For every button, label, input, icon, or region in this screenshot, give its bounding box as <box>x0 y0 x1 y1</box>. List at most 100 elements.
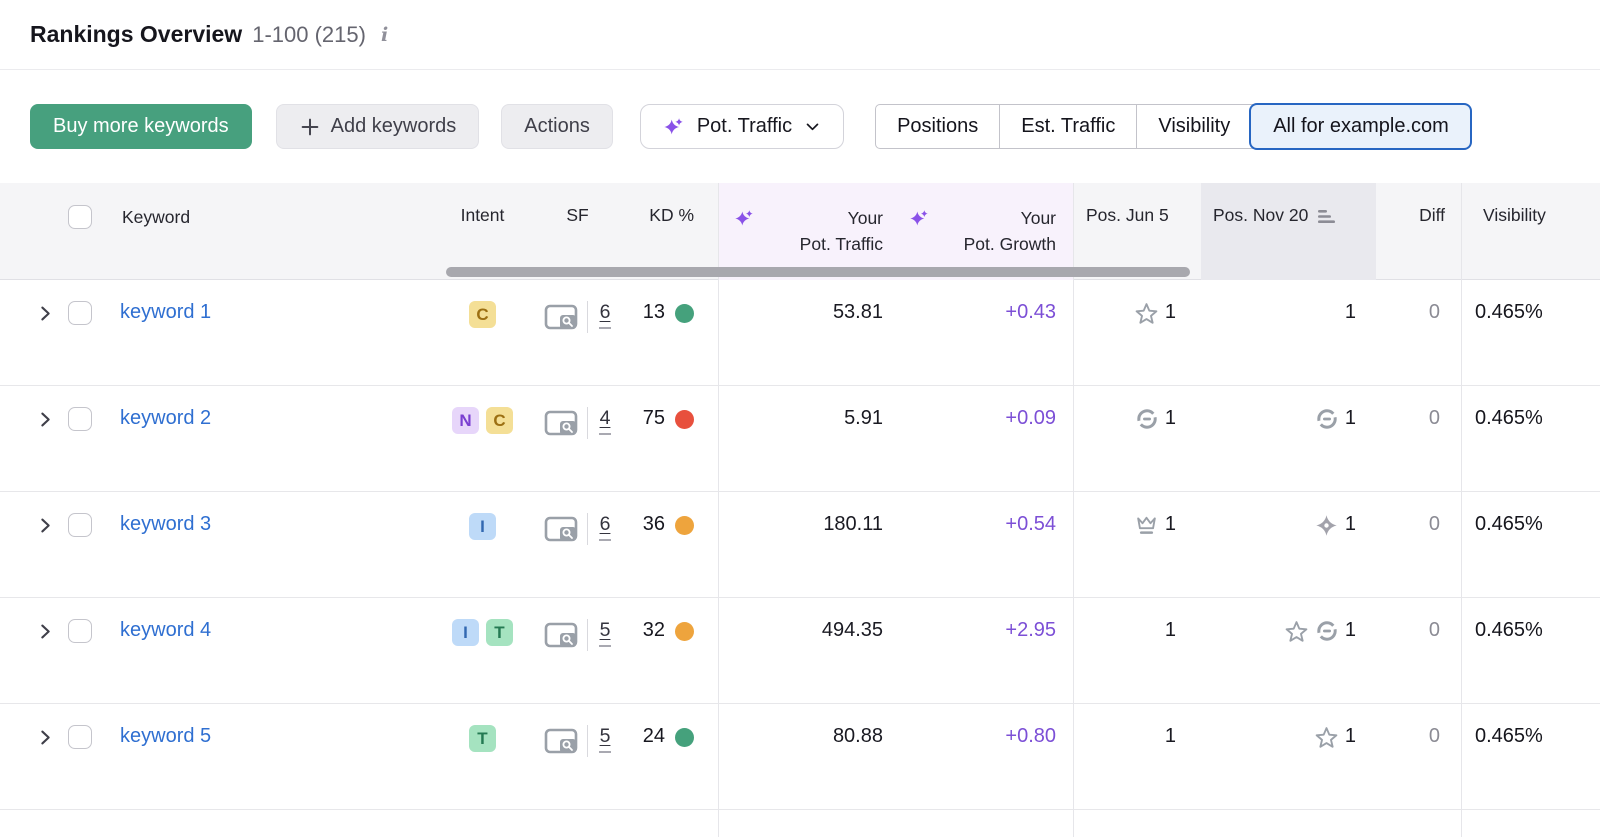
diff-value: 0 <box>1429 407 1440 430</box>
table-header-row: Keyword Intent SF KD % YourPot. Traffic … <box>0 183 1600 280</box>
kd-cell: 75 <box>630 386 718 491</box>
pot-growth-value: +0.43 <box>1005 301 1056 324</box>
pot-growth-value: +2.95 <box>1005 619 1056 642</box>
pot-growth-cell: +0.80 <box>901 704 1073 809</box>
view-switcher: PositionsEst. TrafficVisibilityAll for e… <box>875 104 1471 149</box>
sf-cell: 6 <box>525 492 630 597</box>
sf-divider <box>587 619 588 651</box>
diff-cell: 0 <box>1376 492 1461 597</box>
row-expand-chevron-icon[interactable] <box>36 728 55 747</box>
sparkles-icon <box>909 208 930 234</box>
horizontal-scrollbar[interactable] <box>446 267 1190 277</box>
row-expand-chevron-icon[interactable] <box>36 304 55 323</box>
keyword-link[interactable]: keyword 4 <box>120 619 211 642</box>
column-divider <box>718 183 719 837</box>
kd-difficulty-dot <box>675 516 694 535</box>
tab-all-for-example-com[interactable]: All for example.com <box>1251 105 1470 148</box>
pos-jun-5-value: 1 <box>1165 619 1176 642</box>
instant-answer-icon <box>1314 513 1339 538</box>
pos-jun-5-value: 1 <box>1165 301 1176 324</box>
header-pos-nov-20[interactable]: Pos. Nov 20 <box>1201 183 1376 280</box>
header-intent[interactable]: Intent <box>440 183 525 280</box>
pot-traffic-cell: 53.81 <box>718 280 901 385</box>
kd-value: 13 <box>643 301 665 324</box>
pot-growth-cell: +0.09 <box>901 386 1073 491</box>
tab-est-traffic[interactable]: Est. Traffic <box>999 105 1136 148</box>
serp-features-icon[interactable] <box>544 515 578 543</box>
pot-growth-cell: +0.54 <box>901 492 1073 597</box>
kd-value: 24 <box>643 725 665 748</box>
header-sf[interactable]: SF <box>525 183 630 280</box>
plus-icon <box>299 116 321 138</box>
pos-jun-5-cell: 1 <box>1073 386 1201 491</box>
table-row: keyword 2NC4755.91+0.091100.465% <box>0 386 1600 492</box>
buy-more-keywords-button[interactable]: Buy more keywords <box>30 104 252 149</box>
diff-cell: 0 <box>1376 280 1461 385</box>
sf-count[interactable]: 6 <box>599 513 612 541</box>
row-expand-chevron-icon[interactable] <box>36 622 55 641</box>
pos-nov-20-cell: 1 <box>1201 704 1376 809</box>
header-diff[interactable]: Diff <box>1376 183 1461 280</box>
serp-features-icon[interactable] <box>544 621 578 649</box>
row-checkbox[interactable] <box>68 619 92 643</box>
sf-count[interactable]: 4 <box>599 407 612 435</box>
pos-nov-20-cell: 1 <box>1201 386 1376 491</box>
tab-visibility[interactable]: Visibility <box>1136 105 1251 148</box>
sf-count[interactable]: 5 <box>599 725 612 753</box>
header-pot-growth[interactable]: YourPot. Growth <box>901 183 1073 280</box>
header-pot-traffic[interactable]: YourPot. Traffic <box>718 183 901 280</box>
header-keyword[interactable]: Keyword <box>0 183 440 280</box>
column-divider <box>1073 183 1074 837</box>
intent-badge-i: I <box>452 619 479 646</box>
pot-traffic-cell: 80.88 <box>718 704 901 809</box>
diff-value: 0 <box>1429 725 1440 748</box>
pos-nov-20-value: 1 <box>1345 725 1356 748</box>
intent-cell: NC <box>440 386 525 491</box>
link-icon <box>1135 407 1159 431</box>
row-expand-chevron-icon[interactable] <box>36 516 55 535</box>
pot-traffic-cell: 5.91 <box>718 386 901 491</box>
pos-jun-5-value: 1 <box>1165 725 1176 748</box>
table-row: keyword 3I636180.11+0.541100.465% <box>0 492 1600 598</box>
serp-features-icon[interactable] <box>544 727 578 755</box>
keyword-link[interactable]: keyword 2 <box>120 407 211 430</box>
tab-positions[interactable]: Positions <box>876 105 999 148</box>
sparkles-icon <box>734 208 755 234</box>
sf-count[interactable]: 5 <box>599 619 612 647</box>
sf-divider <box>587 301 588 333</box>
header-pos-jun-5[interactable]: Pos. Jun 5 <box>1073 183 1201 280</box>
actions-button[interactable]: Actions <box>501 104 613 149</box>
visibility-value: 0.465% <box>1475 619 1543 642</box>
report-header: Rankings Overview 1-100 (215) i <box>0 0 1600 70</box>
header-visibility[interactable]: Visibility <box>1461 183 1600 280</box>
table-row: keyword 5T52480.88+0.801100.465% <box>0 704 1600 810</box>
intent-cell: IT <box>440 598 525 703</box>
sf-count[interactable]: 6 <box>599 301 612 329</box>
metric-dropdown[interactable]: Pot. Traffic <box>640 104 844 149</box>
serp-features-icon[interactable] <box>544 409 578 437</box>
table-body: keyword 1C61353.81+0.431100.465%keyword … <box>0 280 1600 810</box>
header-kd[interactable]: KD % <box>630 183 718 280</box>
serp-features-icon[interactable] <box>544 303 578 331</box>
visibility-value: 0.465% <box>1475 407 1543 430</box>
keyword-link[interactable]: keyword 1 <box>120 301 211 324</box>
visibility-cell: 0.465% <box>1461 386 1600 491</box>
add-keywords-button[interactable]: Add keywords <box>276 104 480 149</box>
kd-value: 75 <box>643 407 665 430</box>
row-checkbox[interactable] <box>68 513 92 537</box>
pos-jun-5-cell: 1 <box>1073 492 1201 597</box>
sparkles-icon <box>663 116 685 138</box>
keyword-link[interactable]: keyword 3 <box>120 513 211 536</box>
row-expand-chevron-icon[interactable] <box>36 410 55 429</box>
select-all-checkbox[interactable] <box>68 205 92 229</box>
table-row: keyword 4IT532494.35+2.951100.465% <box>0 598 1600 704</box>
row-checkbox[interactable] <box>68 301 92 325</box>
info-icon[interactable]: i <box>381 24 388 46</box>
keyword-cell: keyword 2 <box>0 386 440 491</box>
kd-difficulty-dot <box>675 728 694 747</box>
row-checkbox[interactable] <box>68 407 92 431</box>
row-checkbox[interactable] <box>68 725 92 749</box>
pos-nov-20-cell: 1 <box>1201 280 1376 385</box>
kd-cell: 36 <box>630 492 718 597</box>
keyword-link[interactable]: keyword 5 <box>120 725 211 748</box>
